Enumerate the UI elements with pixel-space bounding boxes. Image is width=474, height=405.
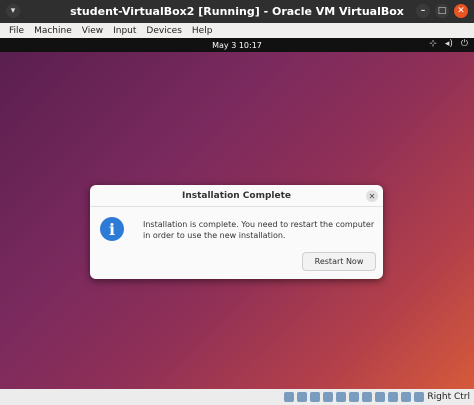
vm-status-bar: Right Ctrl: [0, 389, 474, 405]
network-adapter-icon[interactable]: [323, 392, 334, 402]
dialog-message: Installation is complete. You need to re…: [143, 220, 375, 240]
dialog-title: Installation Complete: [90, 185, 383, 207]
restart-now-button[interactable]: Restart Now: [302, 252, 376, 271]
display-icon[interactable]: [362, 392, 373, 402]
mouse-integration-icon[interactable]: [401, 392, 412, 402]
usb-icon[interactable]: [336, 392, 347, 402]
volume-icon[interactable]: ◂): [445, 39, 453, 49]
shared-folder-icon[interactable]: [349, 392, 360, 402]
audio-icon[interactable]: [310, 392, 321, 402]
power-icon[interactable]: ⏻: [461, 39, 468, 49]
window-menu-icon[interactable]: ▾: [6, 4, 20, 18]
optical-drive-icon[interactable]: [297, 392, 308, 402]
menu-file[interactable]: File: [4, 26, 29, 36]
menu-machine[interactable]: Machine: [29, 26, 77, 36]
virtualbox-window: ▾ student-VirtualBox2 [Running] - Oracle…: [0, 0, 474, 405]
recording-icon[interactable]: [375, 392, 386, 402]
window-title: student-VirtualBox2 [Running] - Oracle V…: [70, 5, 404, 18]
clock[interactable]: May 3 10:17: [212, 41, 262, 50]
minimize-icon[interactable]: –: [416, 4, 430, 18]
network-icon[interactable]: ⊹: [429, 39, 437, 49]
menu-devices[interactable]: Devices: [141, 26, 186, 36]
close-icon[interactable]: ✕: [454, 4, 468, 18]
dialog-close-icon[interactable]: ✕: [366, 190, 378, 202]
desktop-wallpaper: Installation Complete ✕ i Installation i…: [0, 52, 474, 389]
menu-view[interactable]: View: [77, 26, 108, 36]
menu-help[interactable]: Help: [187, 26, 218, 36]
installation-complete-dialog: Installation Complete ✕ i Installation i…: [90, 185, 383, 279]
ubuntu-top-bar: May 3 10:17 ⊹ ◂) ⏻: [0, 38, 474, 52]
hard-disk-icon[interactable]: [284, 392, 295, 402]
cpu-icon[interactable]: [388, 392, 399, 402]
info-icon: i: [100, 217, 124, 241]
menubar: File Machine View Input Devices Help: [0, 23, 474, 38]
window-titlebar[interactable]: ▾ student-VirtualBox2 [Running] - Oracle…: [0, 0, 474, 23]
keyboard-icon[interactable]: [414, 392, 425, 402]
host-key-label: Right Ctrl: [427, 392, 470, 402]
maximize-icon[interactable]: □: [435, 4, 449, 18]
menu-input[interactable]: Input: [108, 26, 141, 36]
